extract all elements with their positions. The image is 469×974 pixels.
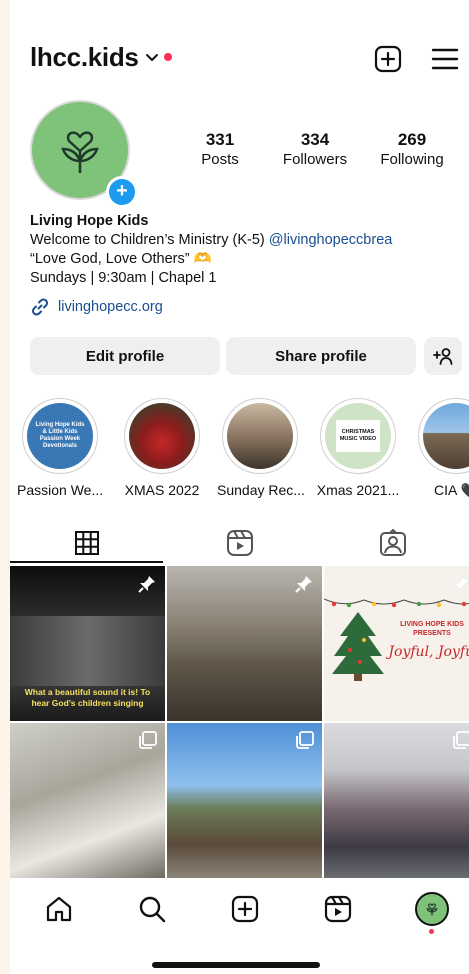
bottom-nav — [10, 880, 469, 940]
profile-notification-dot — [429, 929, 434, 934]
username[interactable]: lhcc.kids — [30, 42, 139, 73]
highlight-thumb-text: CHRISTMAS MUSIC VIDEO — [336, 420, 380, 452]
chevron-down-icon[interactable] — [145, 50, 159, 64]
highlight-2[interactable]: XMAS 2022 — [119, 398, 205, 498]
followers-label: Followers — [282, 151, 348, 168]
post-script-text: Joyful, Joyful — [388, 644, 469, 660]
bio-line-2: “Love God, Love Others” 🫶 — [30, 251, 212, 267]
grid-icon — [74, 531, 99, 555]
highlight-5[interactable]: CIA 🖤 — [413, 398, 469, 499]
bio-text: Welcome to Children’s Ministry (K-5) — [30, 232, 269, 248]
post-title-text: LIVING HOPE KIDS PRESENTS — [400, 621, 464, 637]
tagged-person-icon — [379, 529, 406, 556]
active-tab-indicator — [10, 561, 163, 563]
link-icon — [31, 298, 49, 316]
nav-profile[interactable] — [415, 892, 449, 926]
profile-avatar[interactable]: + — [30, 100, 138, 208]
followers-count: 334 — [300, 130, 330, 149]
post-3[interactable]: LIVING HOPE KIDS PRESENTS Joyful, Joyful — [324, 566, 469, 721]
post-2[interactable] — [167, 566, 322, 721]
highlight-label: XMAS 2022 — [124, 482, 200, 498]
stat-following[interactable]: 269 Following — [367, 130, 457, 168]
reels-icon — [324, 895, 352, 923]
posts-label: Posts — [201, 151, 239, 168]
highlight-thumbnail — [423, 403, 469, 469]
highlight-thumb-text: Living Hope Kids & Little Kids Passion W… — [35, 422, 85, 449]
post-5[interactable] — [167, 723, 322, 878]
post-image-area — [10, 616, 165, 686]
home-indicator[interactable] — [152, 962, 320, 968]
highlight-ring — [418, 398, 469, 474]
plant-heart-logo-icon — [47, 117, 113, 183]
highlight-thumbnail — [227, 403, 293, 469]
stat-posts[interactable]: 331 Posts — [175, 130, 265, 168]
stat-followers[interactable]: 334 Followers — [270, 130, 360, 168]
highlight-4[interactable]: CHRISTMAS MUSIC VIDEO Xmas 2021... — [315, 398, 401, 498]
profile-screen: lhcc.kids + 331 Posts 334 Followers 269 … — [10, 0, 469, 974]
profile-tabs — [10, 523, 469, 563]
post-4[interactable] — [10, 723, 165, 878]
plant-heart-logo-icon — [426, 903, 438, 916]
following-label: Following — [380, 151, 444, 168]
edit-profile-button[interactable]: Edit profile — [30, 337, 220, 375]
discover-people-button[interactable] — [424, 337, 462, 375]
mention-link[interactable]: @livinghopeccbrea — [269, 232, 393, 248]
website-url: livinghopecc.org — [58, 299, 163, 315]
pin-icon — [138, 576, 155, 593]
multiple-photos-icon — [296, 731, 314, 749]
nav-home[interactable] — [44, 894, 74, 924]
highlight-ring: CHRISTMAS MUSIC VIDEO — [320, 398, 396, 474]
highlight-thumbnail: CHRISTMAS MUSIC VIDEO — [325, 403, 391, 469]
bio-line-3: Sundays | 9:30am | Chapel 1 — [30, 270, 217, 286]
post-1[interactable]: What a beautiful sound it is! To hear Go… — [10, 566, 165, 721]
highlight-ring — [124, 398, 200, 474]
profile-avatar-small — [415, 892, 449, 926]
pin-icon — [295, 576, 312, 593]
share-profile-button[interactable]: Share profile — [226, 337, 416, 375]
highlight-ring — [222, 398, 298, 474]
post-6[interactable] — [324, 723, 469, 878]
highlight-1[interactable]: Living Hope Kids & Little Kids Passion W… — [17, 398, 103, 498]
menu-icon[interactable] — [431, 46, 459, 72]
top-bar: lhcc.kids — [10, 36, 469, 80]
posts-count: 331 — [205, 130, 235, 149]
christmas-tree-illustration — [332, 612, 384, 681]
tab-posts-grid[interactable] — [10, 523, 163, 563]
nav-reels[interactable] — [323, 894, 353, 924]
nav-search[interactable] — [137, 894, 167, 924]
search-icon — [139, 896, 166, 923]
highlight-3[interactable]: Sunday Rec... — [217, 398, 305, 498]
tab-reels[interactable] — [163, 523, 316, 563]
create-post-icon[interactable] — [373, 44, 403, 74]
highlight-label: Sunday Rec... — [217, 482, 305, 498]
create-post-icon — [231, 895, 259, 923]
tab-tagged[interactable] — [316, 523, 469, 563]
multiple-photos-icon — [453, 731, 469, 749]
highlight-thumbnail: Living Hope Kids & Little Kids Passion W… — [27, 403, 93, 469]
reels-icon — [226, 530, 253, 556]
post-caption-overlay: What a beautiful sound it is! To hear Go… — [24, 687, 151, 708]
highlight-ring: Living Hope Kids & Little Kids Passion W… — [22, 398, 98, 474]
notification-dot — [164, 53, 172, 61]
display-name: Living Hope Kids — [30, 213, 149, 229]
highlight-label: CIA 🖤 — [434, 482, 469, 498]
highlight-label: Xmas 2021... — [316, 482, 400, 498]
bio: Living Hope Kids Welcome to Children’s M… — [30, 212, 460, 288]
add-person-icon — [433, 348, 453, 365]
nav-create[interactable] — [230, 894, 260, 924]
add-story-button[interactable]: + — [106, 176, 138, 208]
website-link[interactable]: livinghopecc.org — [30, 297, 163, 317]
following-count: 269 — [397, 130, 427, 149]
bio-line-1: Welcome to Children’s Ministry (K-5) @li… — [30, 231, 460, 250]
pin-icon — [453, 575, 469, 592]
multiple-photos-icon — [139, 731, 157, 749]
highlight-label: Passion We... — [17, 482, 104, 498]
highlight-thumbnail — [129, 403, 195, 469]
home-icon — [46, 896, 72, 922]
